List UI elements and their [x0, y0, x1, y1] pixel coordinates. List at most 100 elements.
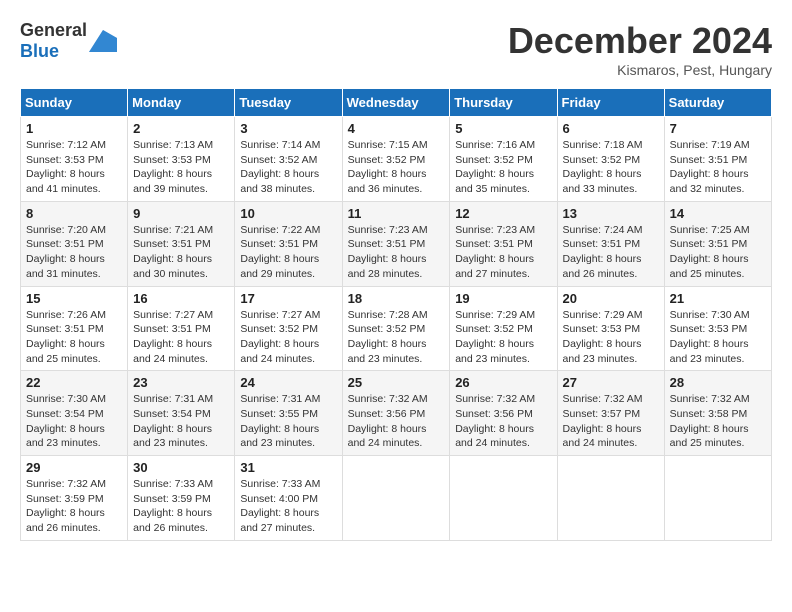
day-number: 26	[455, 375, 551, 390]
calendar-cell: 25Sunrise: 7:32 AM Sunset: 3:56 PM Dayli…	[342, 371, 450, 456]
day-info: Sunrise: 7:27 AM Sunset: 3:52 PM Dayligh…	[240, 308, 336, 367]
day-info: Sunrise: 7:30 AM Sunset: 3:53 PM Dayligh…	[670, 308, 766, 367]
calendar-cell: 6 Sunrise: 7:18 AM Sunset: 3:52 PM Daylig…	[557, 117, 664, 202]
month-title: December 2024	[508, 20, 772, 62]
calendar-cell: 4Sunrise: 7:15 AM Sunset: 3:52 PM Daylig…	[342, 117, 450, 202]
col-header-sunday: Sunday	[21, 89, 128, 117]
calendar-cell: 18Sunrise: 7:28 AM Sunset: 3:52 PM Dayli…	[342, 286, 450, 371]
calendar-cell: 21 Sunrise: 7:30 AM Sunset: 3:53 PM Dayli…	[664, 286, 771, 371]
calendar-week-row: 1 Sunrise: 7:12 AM Sunset: 3:53 PM Daylig…	[21, 117, 772, 202]
day-info: Sunrise: 7:32 AM Sunset: 3:57 PM Dayligh…	[563, 392, 659, 451]
calendar-cell: 27 Sunrise: 7:32 AM Sunset: 3:57 PM Dayli…	[557, 371, 664, 456]
day-info: Sunrise: 7:33 AM Sunset: 4:00 PM Dayligh…	[240, 477, 336, 536]
calendar-table: SundayMondayTuesdayWednesdayThursdayFrid…	[20, 88, 772, 541]
calendar-cell	[557, 456, 664, 541]
calendar-cell: 11Sunrise: 7:23 AM Sunset: 3:51 PM Dayli…	[342, 201, 450, 286]
day-info: Sunrise: 7:29 AM Sunset: 3:53 PM Dayligh…	[563, 308, 659, 367]
day-info: Sunrise: 7:22 AM Sunset: 3:51 PM Dayligh…	[240, 223, 336, 282]
col-header-tuesday: Tuesday	[235, 89, 342, 117]
calendar-cell: 2 Sunrise: 7:13 AM Sunset: 3:53 PM Daylig…	[128, 117, 235, 202]
day-info: Sunrise: 7:23 AM Sunset: 3:51 PM Dayligh…	[455, 223, 551, 282]
calendar-cell: 19Sunrise: 7:29 AM Sunset: 3:52 PM Dayli…	[450, 286, 557, 371]
calendar-cell	[450, 456, 557, 541]
day-number: 9	[133, 206, 229, 221]
day-info: Sunrise: 7:19 AM Sunset: 3:51 PM Dayligh…	[670, 138, 766, 197]
calendar-cell: 16Sunrise: 7:27 AM Sunset: 3:51 PM Dayli…	[128, 286, 235, 371]
day-number: 23	[133, 375, 229, 390]
day-number: 6	[563, 121, 659, 136]
day-info: Sunrise: 7:14 AM Sunset: 3:52 AM Dayligh…	[240, 138, 336, 197]
calendar-cell: 22 Sunrise: 7:30 AM Sunset: 3:54 PM Dayli…	[21, 371, 128, 456]
calendar-cell: 7 Sunrise: 7:19 AM Sunset: 3:51 PM Daylig…	[664, 117, 771, 202]
calendar-cell: 3 Sunrise: 7:14 AM Sunset: 3:52 AM Daylig…	[235, 117, 342, 202]
col-header-thursday: Thursday	[450, 89, 557, 117]
day-number: 10	[240, 206, 336, 221]
calendar-cell: 10 Sunrise: 7:22 AM Sunset: 3:51 PM Dayli…	[235, 201, 342, 286]
title-block: December 2024 Kismaros, Pest, Hungary	[508, 20, 772, 78]
calendar-cell: 28 Sunrise: 7:32 AM Sunset: 3:58 PM Dayli…	[664, 371, 771, 456]
day-number: 22	[26, 375, 122, 390]
calendar-cell: 23Sunrise: 7:31 AM Sunset: 3:54 PM Dayli…	[128, 371, 235, 456]
day-number: 29	[26, 460, 122, 475]
location-subtitle: Kismaros, Pest, Hungary	[508, 62, 772, 78]
day-info: Sunrise: 7:32 AM Sunset: 3:58 PM Dayligh…	[670, 392, 766, 451]
day-number: 13	[563, 206, 659, 221]
day-number: 4	[348, 121, 445, 136]
calendar-cell: 20Sunrise: 7:29 AM Sunset: 3:53 PM Dayli…	[557, 286, 664, 371]
day-info: Sunrise: 7:33 AM Sunset: 3:59 PM Dayligh…	[133, 477, 229, 536]
day-number: 14	[670, 206, 766, 221]
day-info: Sunrise: 7:26 AM Sunset: 3:51 PM Dayligh…	[26, 308, 122, 367]
day-number: 12	[455, 206, 551, 221]
calendar-week-row: 15 Sunrise: 7:26 AM Sunset: 3:51 PM Dayli…	[21, 286, 772, 371]
calendar-cell: 5 Sunrise: 7:16 AM Sunset: 3:52 PM Daylig…	[450, 117, 557, 202]
calendar-cell: 1 Sunrise: 7:12 AM Sunset: 3:53 PM Daylig…	[21, 117, 128, 202]
day-info: Sunrise: 7:24 AM Sunset: 3:51 PM Dayligh…	[563, 223, 659, 282]
day-info: Sunrise: 7:32 AM Sunset: 3:56 PM Dayligh…	[455, 392, 551, 451]
calendar-cell: 8 Sunrise: 7:20 AM Sunset: 3:51 PM Daylig…	[21, 201, 128, 286]
day-number: 7	[670, 121, 766, 136]
day-number: 15	[26, 291, 122, 306]
day-number: 2	[133, 121, 229, 136]
day-number: 17	[240, 291, 336, 306]
day-number: 27	[563, 375, 659, 390]
day-number: 11	[348, 206, 445, 221]
day-number: 5	[455, 121, 551, 136]
day-number: 1	[26, 121, 122, 136]
col-header-friday: Friday	[557, 89, 664, 117]
calendar-cell: 24Sunrise: 7:31 AM Sunset: 3:55 PM Dayli…	[235, 371, 342, 456]
col-header-wednesday: Wednesday	[342, 89, 450, 117]
calendar-cell: 30Sunrise: 7:33 AM Sunset: 3:59 PM Dayli…	[128, 456, 235, 541]
logo: General Blue	[20, 20, 117, 62]
day-info: Sunrise: 7:18 AM Sunset: 3:52 PM Dayligh…	[563, 138, 659, 197]
day-number: 8	[26, 206, 122, 221]
day-info: Sunrise: 7:21 AM Sunset: 3:51 PM Dayligh…	[133, 223, 229, 282]
calendar-cell: 17 Sunrise: 7:27 AM Sunset: 3:52 PM Dayli…	[235, 286, 342, 371]
day-info: Sunrise: 7:31 AM Sunset: 3:55 PM Dayligh…	[240, 392, 336, 451]
logo-icon	[89, 30, 117, 52]
col-header-saturday: Saturday	[664, 89, 771, 117]
calendar-cell: 13 Sunrise: 7:24 AM Sunset: 3:51 PM Dayli…	[557, 201, 664, 286]
day-info: Sunrise: 7:16 AM Sunset: 3:52 PM Dayligh…	[455, 138, 551, 197]
day-info: Sunrise: 7:32 AM Sunset: 3:59 PM Dayligh…	[26, 477, 122, 536]
calendar-week-row: 22 Sunrise: 7:30 AM Sunset: 3:54 PM Dayli…	[21, 371, 772, 456]
day-info: Sunrise: 7:29 AM Sunset: 3:52 PM Dayligh…	[455, 308, 551, 367]
day-number: 16	[133, 291, 229, 306]
day-info: Sunrise: 7:30 AM Sunset: 3:54 PM Dayligh…	[26, 392, 122, 451]
day-number: 31	[240, 460, 336, 475]
calendar-week-row: 8 Sunrise: 7:20 AM Sunset: 3:51 PM Daylig…	[21, 201, 772, 286]
calendar-cell: 14Sunrise: 7:25 AM Sunset: 3:51 PM Dayli…	[664, 201, 771, 286]
day-number: 28	[670, 375, 766, 390]
calendar-cell: 12 Sunrise: 7:23 AM Sunset: 3:51 PM Dayli…	[450, 201, 557, 286]
day-info: Sunrise: 7:20 AM Sunset: 3:51 PM Dayligh…	[26, 223, 122, 282]
day-number: 21	[670, 291, 766, 306]
header: General Blue December 2024 Kismaros, Pes…	[20, 20, 772, 78]
day-info: Sunrise: 7:13 AM Sunset: 3:53 PM Dayligh…	[133, 138, 229, 197]
day-info: Sunrise: 7:12 AM Sunset: 3:53 PM Dayligh…	[26, 138, 122, 197]
calendar-cell	[664, 456, 771, 541]
calendar-cell: 15 Sunrise: 7:26 AM Sunset: 3:51 PM Dayli…	[21, 286, 128, 371]
day-number: 25	[348, 375, 445, 390]
calendar-cell: 29 Sunrise: 7:32 AM Sunset: 3:59 PM Dayli…	[21, 456, 128, 541]
day-info: Sunrise: 7:28 AM Sunset: 3:52 PM Dayligh…	[348, 308, 445, 367]
calendar-cell	[342, 456, 450, 541]
day-number: 3	[240, 121, 336, 136]
